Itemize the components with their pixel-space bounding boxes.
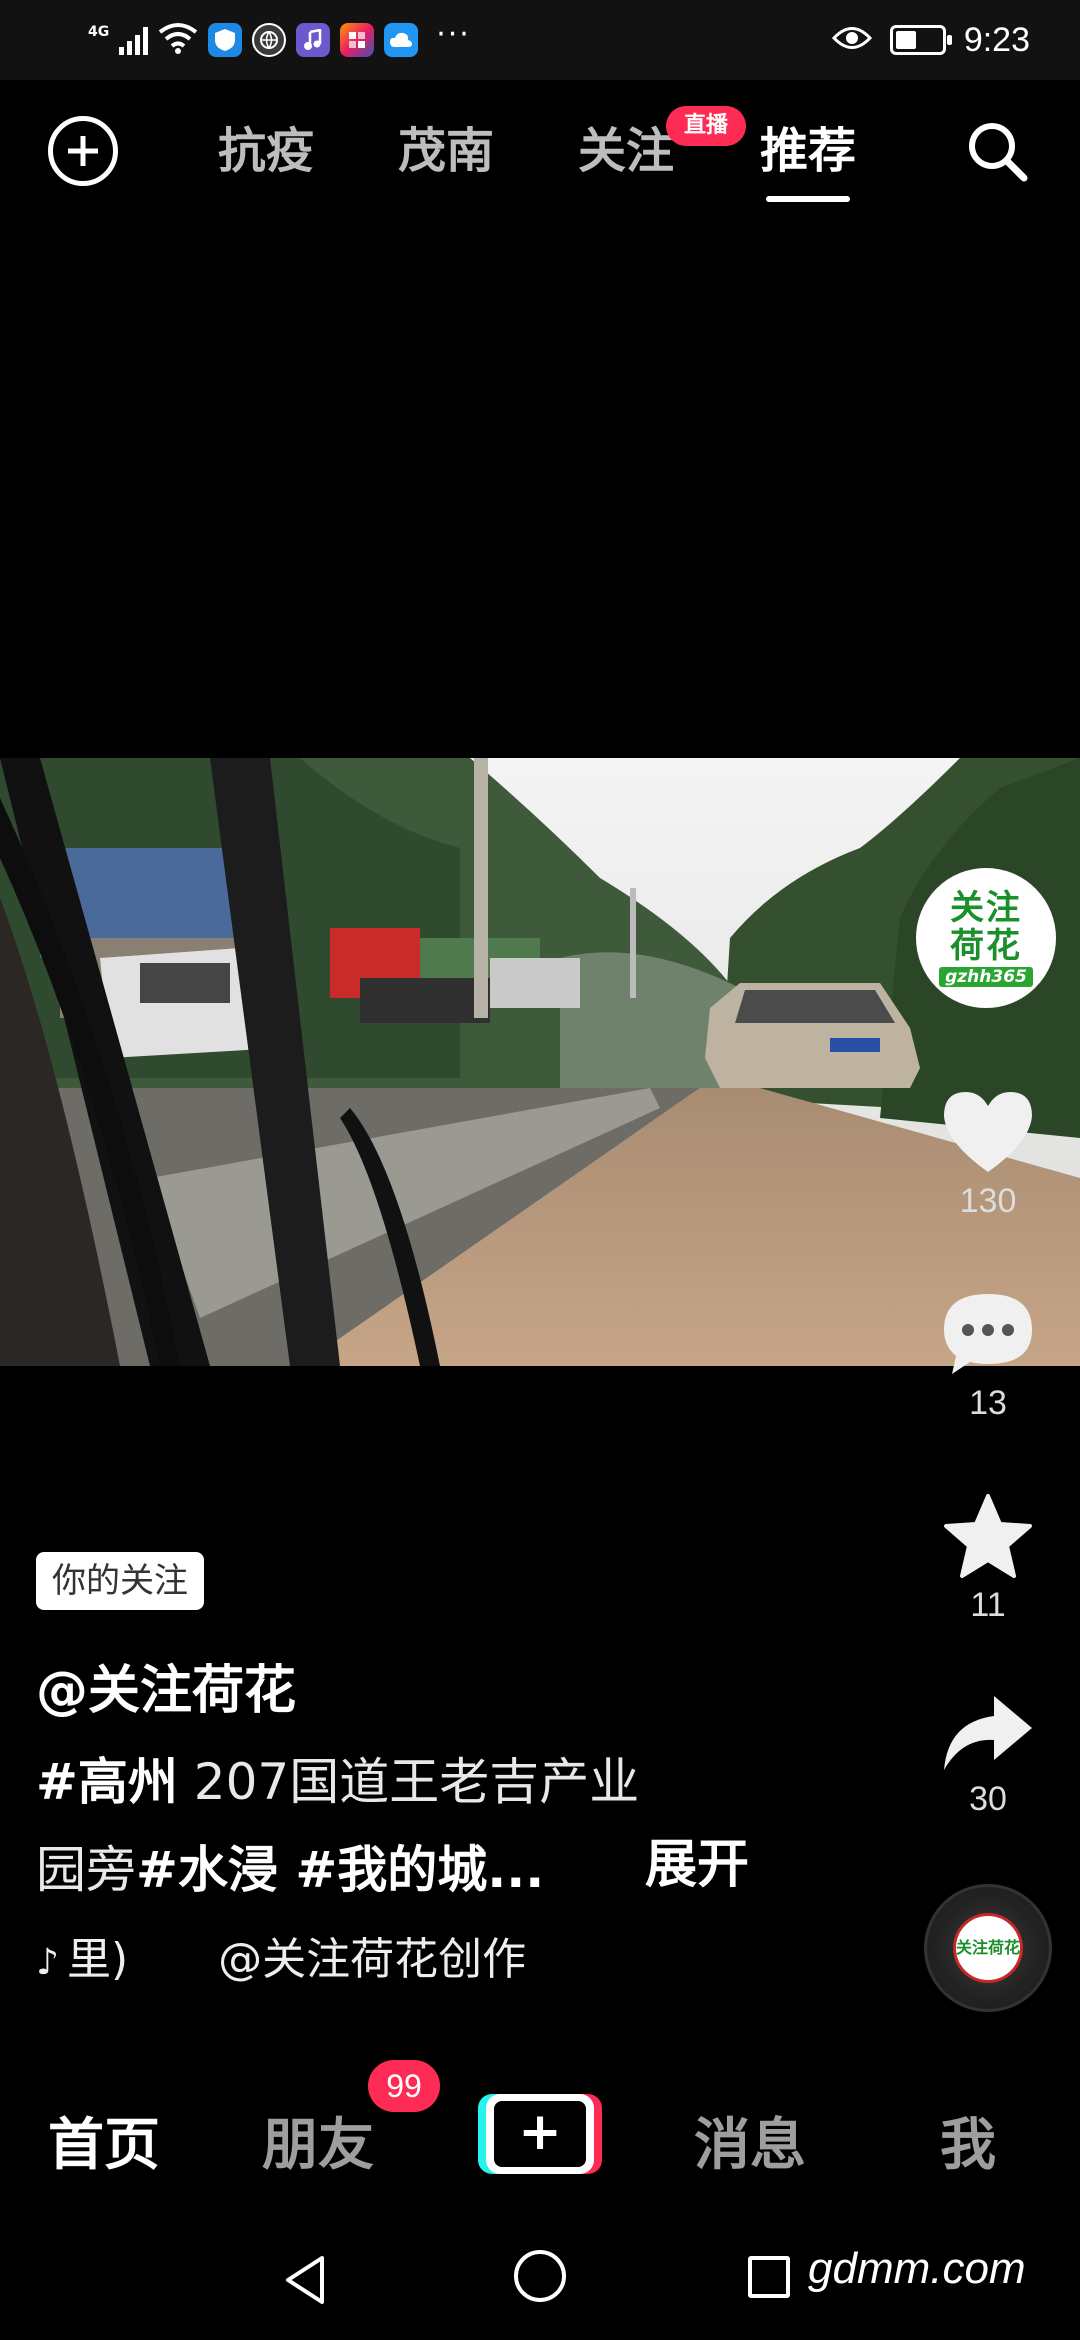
hashtag-my-city[interactable]: #我的城... (278, 1841, 544, 1899)
favorite-action[interactable]: 11 (928, 1492, 1048, 1625)
favorite-count: 11 (970, 1586, 1006, 1624)
create-button[interactable]: + (478, 2094, 602, 2174)
signal-icon (119, 25, 149, 55)
battery-icon (889, 25, 952, 55)
author-name[interactable]: @关注荷花 (36, 1648, 296, 1723)
music-app-icon (296, 23, 331, 57)
description-line-1: #高州 207国道王老吉产业 (36, 1738, 776, 1826)
creator-avatar[interactable]: 关注 荷花 gzhh365 (916, 868, 1056, 1008)
music-note-icon: ♪ (36, 1942, 59, 1983)
hashtag-gaozhou[interactable]: #高州 (36, 1753, 178, 1811)
nav-home[interactable]: 首页 (48, 2100, 160, 2181)
avatar-text-1: 关注 (950, 888, 1022, 928)
hashtag-flood[interactable]: #水浸 (136, 1841, 278, 1899)
system-nav: gdmm.com (0, 2210, 1080, 2340)
description-text-1: 207国道王老吉产业 (177, 1753, 640, 1811)
tab-kangyi[interactable]: 抗疫 (218, 116, 314, 186)
add-circle-icon[interactable] (48, 116, 118, 186)
create-plus-icon: + (494, 2101, 586, 2167)
friends-badge: 99 (368, 2060, 440, 2112)
share-icon (944, 1696, 1032, 1770)
wifi-icon (158, 22, 198, 58)
tab-maonan[interactable]: 茂南 (398, 116, 494, 186)
comment-icon (944, 1294, 1032, 1374)
status-right: 9:23 (831, 18, 1030, 62)
music-disc[interactable]: 关注荷花 (924, 1884, 1052, 2012)
like-count: 130 (959, 1182, 1017, 1220)
like-action[interactable]: 130 (928, 1088, 1048, 1221)
nav-me[interactable]: 我 (940, 2100, 996, 2181)
music-text-right: @关注荷花创作 (218, 1934, 527, 1985)
description-text-2: 园旁 (36, 1841, 136, 1899)
disc-label: 关注荷花 (953, 1913, 1023, 1983)
clock: 9:23 (963, 20, 1030, 59)
eye-icon (831, 25, 872, 55)
recents-icon[interactable] (748, 2256, 790, 2298)
avatar-text-2: 荷花 (950, 926, 1022, 966)
top-nav: 抗疫 茂南 关注 直播 推荐 (0, 80, 1080, 220)
home-icon[interactable] (514, 2250, 566, 2302)
avatar-subtext: gzhh365 (939, 967, 1033, 987)
music-text-left: 里) (66, 1934, 129, 1985)
share-count: 30 (969, 1780, 1007, 1818)
shield-app-icon (208, 23, 243, 57)
comment-count: 13 (969, 1384, 1007, 1422)
live-badge: 直播 (666, 106, 747, 146)
music-ticker[interactable]: ♪ 里) @关注荷花创作 (36, 1930, 576, 1990)
tab-recommended[interactable]: 推荐 (760, 116, 856, 202)
video-frame (0, 758, 1080, 1366)
search-icon[interactable] (964, 118, 1030, 184)
tab-following[interactable]: 关注 (578, 116, 674, 186)
comment-action[interactable]: 13 (928, 1290, 1048, 1423)
network-type: 4G (88, 24, 110, 40)
browser-app-icon (252, 23, 287, 57)
heart-icon (944, 1092, 1032, 1172)
weather-app-icon (384, 23, 419, 57)
nav-messages[interactable]: 消息 (694, 2100, 806, 2181)
video-player[interactable] (0, 758, 1080, 1366)
share-action[interactable]: 30 (928, 1690, 1048, 1819)
gallery-app-icon (340, 23, 375, 57)
following-tag: 你的关注 (36, 1552, 204, 1610)
nav-friends[interactable]: 朋友 (262, 2100, 374, 2181)
more-notifications: ··· (436, 16, 471, 52)
bottom-nav: 首页 朋友 99 + 消息 我 (0, 2060, 1080, 2210)
expand-button[interactable]: 展开 (645, 1822, 749, 1897)
watermark: gdmm.com (808, 2244, 1026, 2293)
star-icon (944, 1494, 1032, 1578)
status-bar: 4G ··· 9:23 (0, 0, 1080, 80)
back-icon[interactable] (282, 2254, 330, 2306)
status-left: 4G ··· (88, 16, 471, 62)
